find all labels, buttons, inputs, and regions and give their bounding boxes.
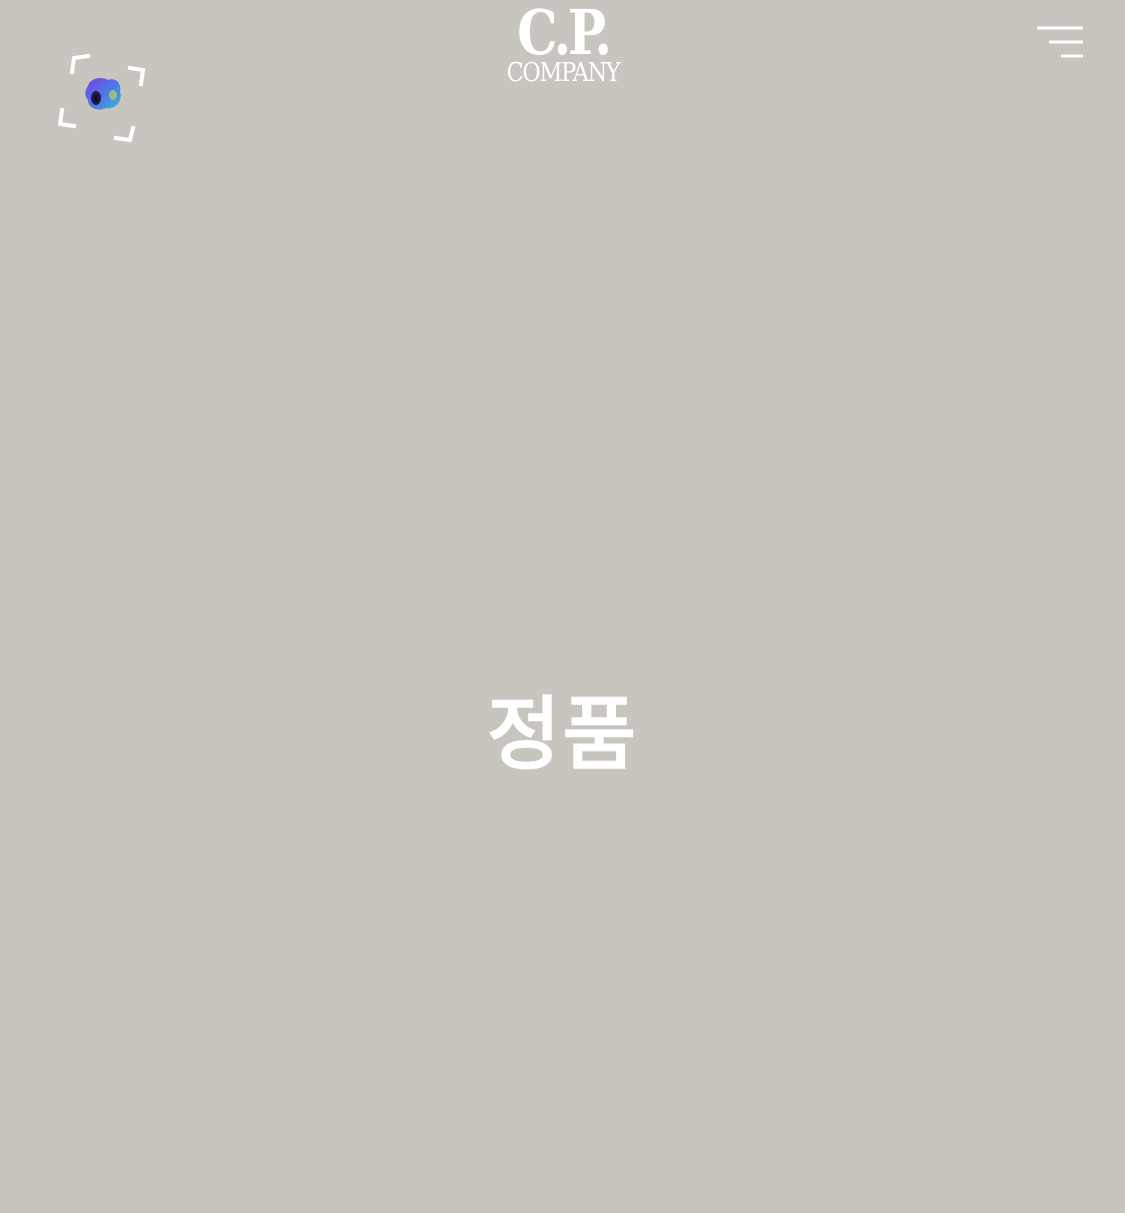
hamburger-menu-icon[interactable]: [1034, 24, 1086, 64]
camera-orb-icon: [85, 78, 121, 110]
cp-company-logo[interactable]: C.P. COMPANY: [480, 0, 646, 92]
authentic-headline: 정품: [486, 688, 639, 781]
logo-line-1: C.P.: [517, 0, 612, 69]
scan-button[interactable]: [58, 52, 150, 144]
logo-line-2: COMPANY: [506, 58, 621, 88]
